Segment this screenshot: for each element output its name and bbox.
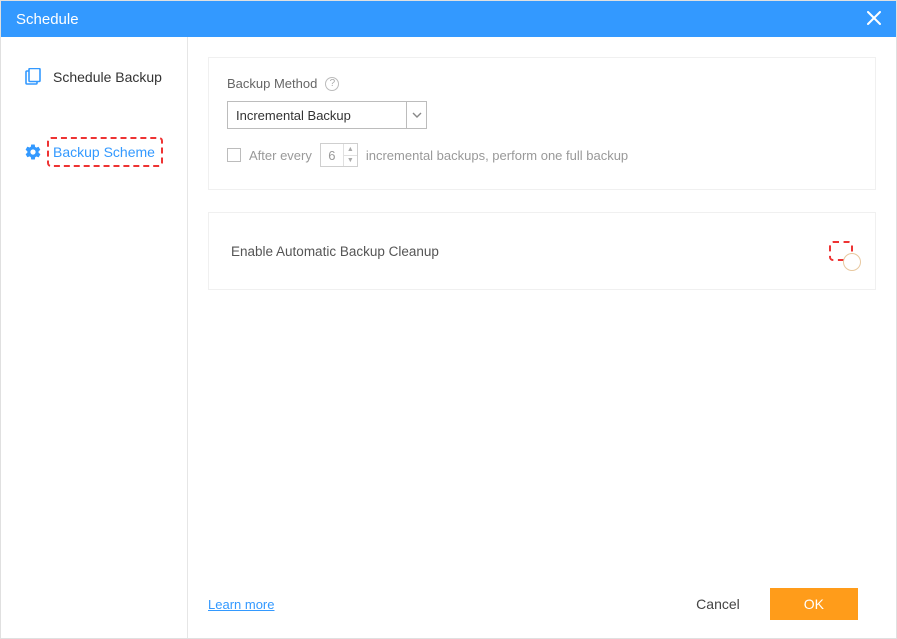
calendar-icon	[23, 67, 43, 87]
after-every-post-label: incremental backups, perform one full ba…	[366, 148, 628, 163]
backup-method-value: Incremental Backup	[228, 108, 406, 123]
sidebar: Schedule Backup Backup Scheme	[1, 37, 188, 638]
close-icon[interactable]	[867, 9, 881, 29]
titlebar: Schedule	[1, 1, 896, 37]
after-every-pre-label: After every	[249, 148, 312, 163]
sidebar-item-backup-scheme[interactable]: Backup Scheme	[1, 127, 187, 177]
sidebar-item-schedule-backup[interactable]: Schedule Backup	[1, 57, 187, 97]
after-every-checkbox[interactable]	[227, 148, 241, 162]
window-title: Schedule	[16, 11, 867, 28]
sidebar-item-label: Schedule Backup	[53, 69, 162, 85]
after-every-stepper[interactable]: ▲ ▼	[320, 143, 358, 167]
stepper-up-icon[interactable]: ▲	[344, 144, 357, 156]
gear-icon	[23, 142, 43, 162]
cancel-button[interactable]: Cancel	[676, 588, 760, 620]
footer: Learn more Cancel OK	[208, 574, 876, 638]
learn-more-link[interactable]: Learn more	[208, 597, 274, 612]
cleanup-panel: Enable Automatic Backup Cleanup	[208, 212, 876, 290]
stepper-down-icon[interactable]: ▼	[344, 156, 357, 167]
after-every-input[interactable]	[321, 144, 343, 166]
cleanup-label: Enable Automatic Backup Cleanup	[231, 244, 439, 259]
help-icon[interactable]: ?	[325, 77, 339, 91]
toggle-knob	[843, 253, 861, 271]
backup-method-label: Backup Method	[227, 76, 317, 91]
cleanup-toggle-highlight	[829, 241, 853, 261]
backup-method-select[interactable]: Incremental Backup	[227, 101, 427, 129]
backup-method-panel: Backup Method ? Incremental Backup After…	[208, 57, 876, 190]
chevron-down-icon	[406, 102, 426, 128]
ok-button[interactable]: OK	[770, 588, 858, 620]
sidebar-item-label: Backup Scheme	[47, 137, 163, 167]
